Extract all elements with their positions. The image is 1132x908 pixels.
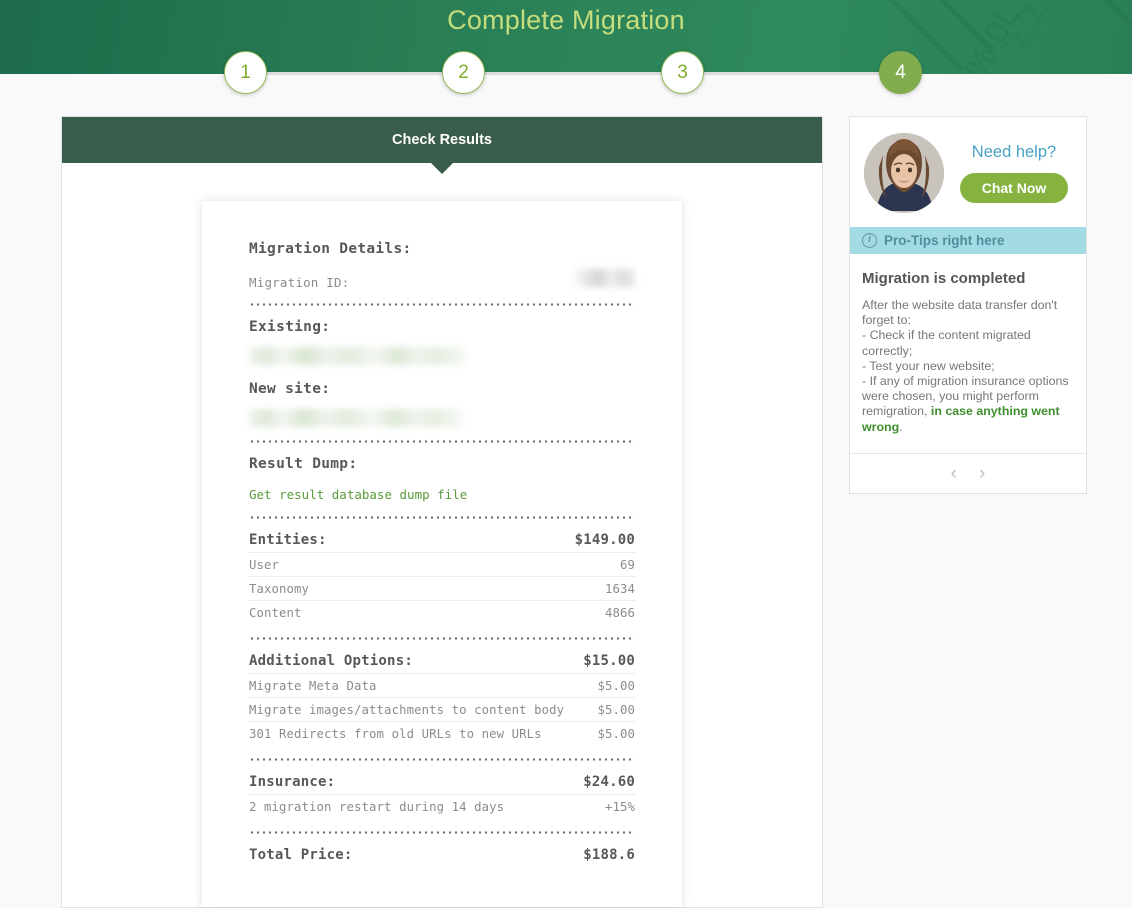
migration-details-title: Migration Details: xyxy=(249,241,412,257)
total-price-row: Total Price: $188.6 xyxy=(249,847,635,867)
chevron-right-icon[interactable]: › xyxy=(975,462,989,485)
receipt-wrapper: Migration Details: Migration ID: Existin… xyxy=(62,163,822,907)
table-row: User 69 xyxy=(249,552,635,576)
result-dump-title: Result Dump: xyxy=(249,456,358,472)
receipt-zigzag-edge xyxy=(202,193,682,202)
entities-title: Entities: xyxy=(249,532,327,548)
line-label: Taxonomy xyxy=(249,582,310,596)
table-row: 301 Redirects from old URLs to new URLs … xyxy=(249,721,635,745)
section-header-additional-options: Additional Options: $15.00 xyxy=(249,653,635,673)
protips-text: After the website data transfer don't fo… xyxy=(862,298,1074,435)
wizard-step-1[interactable]: 1 xyxy=(224,51,267,94)
wizard-step-4[interactable]: 4 xyxy=(879,51,922,94)
section-header-entities: Entities: $149.00 xyxy=(249,532,635,552)
divider-dotted-6 xyxy=(249,831,635,834)
divider-dotted-4 xyxy=(249,637,635,640)
protips-title: Migration is completed xyxy=(862,270,1026,287)
table-row: Migrate images/attachments to content bo… xyxy=(249,697,635,721)
wizard-step-2[interactable]: 2 xyxy=(442,51,485,94)
chevron-left-icon[interactable]: ‹ xyxy=(947,462,961,485)
table-row: Content 4866 xyxy=(249,600,635,624)
main-panel: Check Results Migration Details: Migrati… xyxy=(61,116,823,908)
existing-site-label: Existing: xyxy=(249,319,331,335)
line-value: $5.00 xyxy=(597,727,635,741)
need-help-widget: Need help? Chat Now xyxy=(850,117,1086,227)
table-row: Migrate Meta Data $5.00 xyxy=(249,673,635,697)
migration-id-value-redacted xyxy=(573,269,635,287)
total-price-value: $188.6 xyxy=(583,847,635,863)
line-value: $5.00 xyxy=(597,679,635,693)
divider-dotted-1 xyxy=(249,303,635,306)
line-value: $5.00 xyxy=(597,703,635,717)
protips-label: Pro-Tips right here xyxy=(884,233,1005,248)
line-value: 4866 xyxy=(604,606,635,620)
protips-navigation: ‹ › xyxy=(850,452,1086,493)
wizard-step-3[interactable]: 3 xyxy=(661,51,704,94)
protips-line-end: . xyxy=(899,419,903,434)
protips-line-1: After the website data transfer don't fo… xyxy=(862,298,1058,328)
additional-options-amount: $15.00 xyxy=(583,653,635,669)
protips-header-bar: i Pro-Tips right here xyxy=(850,227,1086,254)
line-label: User xyxy=(249,558,280,572)
chat-now-button[interactable]: Chat Now xyxy=(959,173,1069,203)
insurance-title: Insurance: xyxy=(249,774,336,790)
help-text-block: Need help? Chat Now xyxy=(954,143,1074,203)
migration-receipt: Migration Details: Migration ID: Existin… xyxy=(202,193,682,907)
insurance-amount: $24.60 xyxy=(583,774,635,790)
section-header-insurance: Insurance: $24.60 xyxy=(249,774,635,794)
protips-body: Migration is completed After the website… xyxy=(850,254,1086,453)
additional-options-title: Additional Options: xyxy=(249,653,413,669)
page-title: Complete Migration xyxy=(447,5,685,35)
entities-amount: $149.00 xyxy=(574,532,635,548)
need-help-text: Need help? xyxy=(971,143,1057,161)
table-row: 2 migration restart during 14 days +15% xyxy=(249,794,635,818)
info-icon: i xyxy=(862,233,877,248)
support-agent-avatar xyxy=(864,133,944,213)
migration-id-row: Migration ID: xyxy=(249,269,635,290)
line-value: +15% xyxy=(604,800,635,814)
divider-dotted-2 xyxy=(249,440,635,443)
migration-id-label: Migration ID: xyxy=(249,275,350,290)
line-value: 1634 xyxy=(604,582,635,596)
line-label: Content xyxy=(249,606,302,620)
table-row: Taxonomy 1634 xyxy=(249,576,635,600)
panel-header: Check Results xyxy=(62,117,822,174)
total-price-label: Total Price: xyxy=(249,847,353,863)
line-label: 301 Redirects from old URLs to new URLs xyxy=(249,727,542,741)
sidebar: Need help? Chat Now i Pro-Tips right her… xyxy=(849,116,1087,494)
line-value: 69 xyxy=(619,558,635,572)
new-site-value-redacted xyxy=(249,409,462,427)
divider-dotted-5 xyxy=(249,758,635,761)
protips-line-2: - Check if the content migrated correctl… xyxy=(862,328,1031,358)
protips-line-3: - Test your new website; xyxy=(862,358,995,373)
divider-dotted-3 xyxy=(249,516,635,519)
existing-site-value-redacted xyxy=(249,347,466,365)
page-header: % 0L Complete Migration xyxy=(0,0,1132,74)
line-label: 2 migration restart during 14 days xyxy=(249,800,505,814)
result-dump-link[interactable]: Get result database dump file xyxy=(249,487,467,502)
new-site-label: New site: xyxy=(249,381,331,397)
line-label: Migrate images/attachments to content bo… xyxy=(249,703,565,717)
line-label: Migrate Meta Data xyxy=(249,679,377,693)
